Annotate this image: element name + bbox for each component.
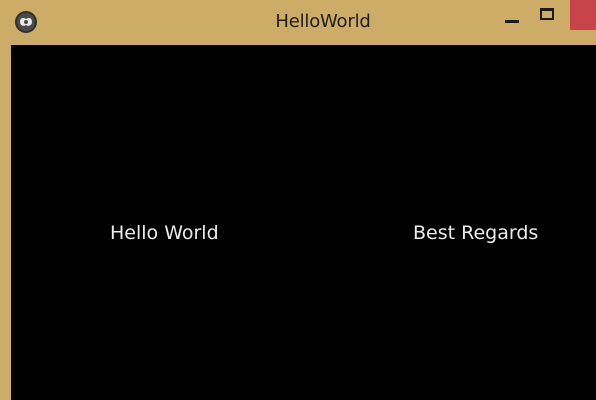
maximize-icon	[540, 8, 554, 20]
hello-world-label: Hello World	[110, 222, 219, 244]
client-area: Hello World Best Regards	[11, 45, 596, 400]
app-window: HelloWorld Hello World Best Regards	[0, 0, 596, 400]
maximize-button[interactable]	[532, 0, 564, 30]
minimize-button[interactable]	[497, 0, 527, 30]
close-button[interactable]	[570, 0, 596, 30]
best-regards-label: Best Regards	[413, 222, 539, 244]
minimize-icon	[505, 20, 519, 23]
title-bar[interactable]: HelloWorld	[0, 0, 596, 45]
